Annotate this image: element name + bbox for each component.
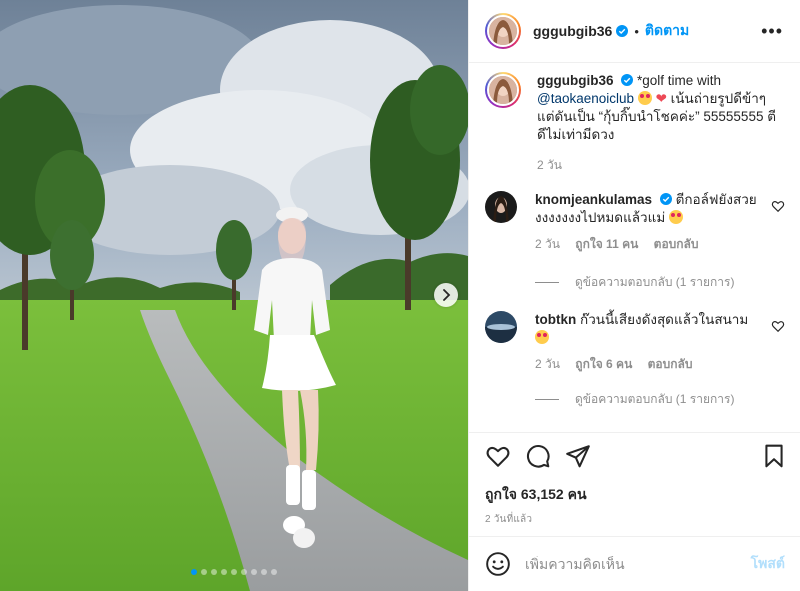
avatar (487, 74, 519, 106)
carousel-dot (241, 569, 247, 575)
post-comment-button[interactable]: โพสต์ (751, 553, 785, 575)
heart-icon[interactable] (485, 443, 511, 469)
avatar-image (489, 76, 517, 104)
comment-meta: 2 วัน ถูกใจ 11 คน ตอบกลับ (535, 235, 757, 253)
comment-body: knomjeankulamas ตีกอล์ฟยังสวย งงงงงงงไปห… (535, 191, 757, 253)
post-photo[interactable] (0, 0, 468, 591)
caption-avatar-ring[interactable] (485, 72, 521, 108)
heart-eyes-emoji-icon (637, 91, 652, 105)
view-replies-button[interactable]: ดูข้อความตอบกลับ (1 รายการ) (535, 390, 734, 409)
view-replies-button[interactable]: ดูข้อความตอบกลับ (1 รายการ) (535, 273, 734, 292)
view-replies-label: ดูข้อความตอบกลับ (1 รายการ) (575, 392, 735, 406)
post-sidebar: gggubgib36 • ติดตาม ••• gggubgib36 *golf… (468, 0, 800, 591)
comment-username[interactable]: knomjeankulamas (535, 192, 652, 207)
comment-text: ก๊วนนี้เสียงดังสุดแล้วในสนาม (580, 312, 749, 327)
verified-badge-icon (621, 74, 634, 86)
comment-input[interactable] (525, 556, 751, 572)
comment-meta: 2 วัน ถูกใจ 6 คน ตอบกลับ (535, 355, 757, 373)
heart-eyes-emoji-icon (535, 330, 549, 344)
comment-reply-button[interactable]: ตอบกลับ (648, 357, 693, 371)
avatar-ring[interactable] (485, 13, 521, 49)
action-bar (469, 432, 800, 478)
comment-time[interactable]: 2 วัน (535, 357, 560, 371)
heart-eyes-emoji-icon (669, 210, 683, 224)
chevron-right-icon (443, 289, 451, 301)
carousel-dot (191, 569, 197, 575)
comment-avatar[interactable] (485, 191, 517, 223)
avatar (487, 15, 519, 47)
avatar-image (489, 17, 517, 45)
caption-text: gggubgib36 *golf time with @taokaenoiclu… (537, 72, 777, 174)
header-username[interactable]: gggubgib36 (533, 23, 612, 39)
carousel-dots (0, 569, 468, 575)
verified-badge-icon (659, 193, 672, 205)
caption-mention-link[interactable]: @taokaenoiclub (537, 91, 634, 106)
header-separator: • (634, 23, 639, 39)
comment-item: tobtkn ก๊วนนี้เสียงดังสุดแล้วในสนาม 2 วั… (485, 311, 785, 373)
carousel-dot (251, 569, 257, 575)
comment-likes-count[interactable]: ถูกใจ 6 คน (575, 357, 632, 371)
caption-time[interactable]: 2 วัน (537, 158, 562, 172)
instagram-post: gggubgib36 • ติดตาม ••• gggubgib36 *golf… (0, 0, 800, 591)
more-options-button[interactable]: ••• (761, 22, 783, 40)
replies-divider-line (535, 399, 559, 400)
carousel-dot (231, 569, 237, 575)
post-timestamp[interactable]: 2 วันที่แล้ว (485, 512, 532, 527)
caption-username[interactable]: gggubgib36 (537, 73, 614, 88)
comment-like-heart-icon[interactable] (771, 199, 785, 213)
post-caption: gggubgib36 *golf time with @taokaenoiclu… (485, 72, 777, 174)
view-replies-label: ดูข้อความตอบกลับ (1 รายการ) (575, 275, 735, 289)
comments-section: gggubgib36 *golf time with @taokaenoiclu… (469, 63, 800, 432)
bookmark-icon[interactable] (761, 443, 787, 469)
comment-like-heart-icon[interactable] (771, 319, 785, 333)
comment-username[interactable]: tobtkn (535, 312, 576, 327)
comment-composer: โพสต์ (469, 536, 800, 591)
comment-body: tobtkn ก๊วนนี้เสียงดังสุดแล้วในสนาม 2 วั… (535, 311, 757, 373)
verified-badge-icon (616, 25, 629, 37)
post-header: gggubgib36 • ติดตาม ••• (469, 0, 800, 63)
heart-emoji: ❤ (655, 91, 667, 106)
avatar-image (485, 191, 517, 223)
comment-likes-count[interactable]: ถูกใจ 11 คน (575, 237, 638, 251)
carousel-next-button[interactable] (434, 283, 458, 307)
avatar-image (485, 311, 517, 343)
follow-button[interactable]: ติดตาม (645, 20, 689, 42)
carousel-dot (271, 569, 277, 575)
carousel-dot (211, 569, 217, 575)
replies-divider-line (535, 282, 559, 283)
emoji-icon[interactable] (485, 551, 511, 577)
comment-avatar[interactable] (485, 311, 517, 343)
caption-meta: 2 วัน (537, 156, 777, 174)
share-icon[interactable] (565, 443, 591, 469)
caption-text-start: *golf time with (637, 73, 722, 88)
carousel-dot (221, 569, 227, 575)
comment-item: knomjeankulamas ตีกอล์ฟยังสวย งงงงงงงไปห… (485, 191, 785, 253)
carousel-dot (261, 569, 267, 575)
comment-icon[interactable] (525, 443, 551, 469)
carousel-dot (201, 569, 207, 575)
golf-course-photo (0, 0, 468, 591)
comment-reply-button[interactable]: ตอบกลับ (654, 237, 699, 251)
comment-time[interactable]: 2 วัน (535, 237, 560, 251)
likes-count[interactable]: ถูกใจ 63,152 คน (485, 484, 587, 506)
